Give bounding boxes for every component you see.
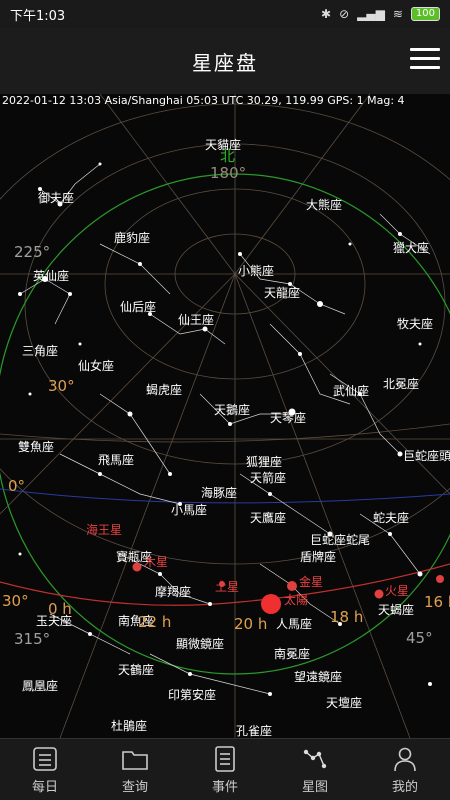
nav-label-daily: 每日 (31, 780, 58, 795)
label-ursa-major: 大熊座 (306, 197, 342, 212)
label-delphinus: 海豚座 (201, 485, 237, 500)
venus-marker (287, 581, 297, 591)
north-indicator: 北 (220, 147, 235, 165)
nav-label-mine: 我的 (391, 780, 418, 795)
label-tucana: 杜鵑座 (111, 718, 147, 733)
label-18h: 18 h (330, 608, 363, 626)
label-canes-venatici: 獵犬座 (393, 240, 429, 255)
label-lacerta: 蝎虎座 (146, 382, 182, 397)
battery-indicator: 100 (410, 7, 440, 21)
label-vulpecula: 狐狸座 (246, 454, 282, 469)
wifi-icon: ≋ (392, 7, 403, 21)
label-triangulum: 三角座 (22, 343, 58, 358)
label-camelopardalis: 鹿豹座 (114, 230, 150, 245)
stars (18, 162, 432, 696)
constellation-labels: 天貓座 大熊座 御夫座 鹿豹座 獵犬座 英仙座 小熊座 天龍座 仙后座 仙王座 … (18, 137, 450, 738)
app-header: 星座盘 (0, 28, 450, 94)
label-capricornus: 摩羯座 (155, 584, 191, 599)
nav-query[interactable]: 查询 (90, 739, 180, 800)
nav-label-starmap: 星图 (301, 780, 328, 795)
label-equuleus: 小馬座 (171, 502, 207, 517)
label-lyra: 天琴座 (270, 410, 306, 425)
label-16h: 16 h (424, 593, 450, 611)
user-icon (394, 747, 416, 772)
folder-icon (122, 751, 148, 770)
sun-marker (261, 594, 281, 614)
constellation-icon (303, 749, 327, 769)
observation-info: 2022-01-12 13:03 Asia/Shanghai 05:03 UTC… (2, 94, 405, 107)
star-map[interactable]: 2022-01-12 13:03 Asia/Shanghai 05:03 UTC… (0, 94, 450, 738)
label-jupiter: 木星 (144, 555, 168, 569)
label-cassiopeia: 仙后座 (120, 299, 156, 314)
label-hercules: 武仙座 (333, 383, 369, 398)
bluetooth-icon: ✱ (321, 7, 332, 21)
page-title: 星座盘 (192, 50, 258, 75)
label-315: 315° (14, 630, 50, 648)
label-sagittarius: 人馬座 (276, 616, 312, 631)
label-andromeda: 仙女座 (78, 358, 114, 373)
status-time: 下午1:03 (10, 8, 66, 24)
label-pisces: 雙魚座 (18, 439, 54, 454)
label-bootes: 牧夫座 (397, 316, 433, 331)
label-30-lower: 30° (2, 592, 29, 610)
bottom-nav: 每日 查询 事件 星图 我的 (0, 738, 450, 800)
nav-label-query: 查询 (121, 780, 148, 795)
menu-icon (410, 48, 440, 51)
label-serpens-cauda: 巨蛇座蛇尾 (310, 532, 370, 547)
nav-events[interactable]: 事件 (180, 739, 270, 800)
label-neptune: 海王星 (86, 522, 122, 537)
nav-daily[interactable]: 每日 (0, 739, 90, 800)
label-cepheus: 仙王座 (178, 312, 214, 327)
label-telescopium: 望遠鏡座 (294, 669, 342, 684)
document-icon (215, 746, 235, 772)
mars-marker (374, 589, 384, 599)
nav-starmap[interactable]: 星图 (270, 739, 360, 800)
label-22h: 22 h (138, 613, 171, 631)
label-pavo: 孔雀座 (236, 723, 272, 738)
label-180: 180° (210, 164, 246, 182)
label-0: 0° (8, 477, 25, 495)
label-corona-borealis: 北冕座 (383, 376, 419, 391)
label-225: 225° (14, 243, 50, 261)
label-20h: 20 h (234, 615, 267, 633)
mute-icon: ⊘ (339, 7, 350, 21)
label-scutum: 盾牌座 (300, 549, 336, 564)
label-ursa-minor: 小熊座 (238, 263, 274, 278)
constellation-lines (19, 163, 431, 695)
sky-chart[interactable]: 天貓座 大熊座 御夫座 鹿豹座 獵犬座 英仙座 小熊座 天龍座 仙后座 仙王座 … (0, 94, 450, 738)
label-indus: 印第安座 (168, 687, 216, 702)
label-phoenix: 鳳凰座 (22, 678, 58, 693)
label-ara: 天壇座 (326, 695, 362, 710)
label-serpens-caput: 巨蛇座頭 (403, 448, 450, 463)
label-venus: 金星 (299, 574, 323, 589)
status-bar: 下午1:03 ✱ ⊘ ▂▄▆ ≋ 100 (0, 0, 450, 28)
label-draco: 天龍座 (264, 285, 300, 300)
calendar-list-icon (33, 747, 57, 771)
label-45: 45° (406, 629, 433, 647)
label-pegasus: 飛馬座 (98, 452, 134, 467)
label-sagitta: 天箭座 (250, 470, 286, 485)
label-scorpius: 天蝎座 (378, 602, 414, 617)
label-auriga: 御夫座 (38, 190, 74, 205)
label-saturn: 土星 (215, 580, 239, 594)
nav-label-events: 事件 (211, 780, 238, 795)
label-0h: 0 h (48, 600, 72, 618)
signal-icon: ▂▄▆ (357, 7, 385, 21)
label-mars: 火星 (385, 584, 409, 598)
label-corona-australis: 南冕座 (274, 646, 310, 661)
moon-marker (436, 575, 444, 583)
label-grus: 天鶴座 (118, 662, 154, 677)
label-30-upper: 30° (48, 377, 75, 395)
label-microscopium: 顯微鏡座 (176, 636, 224, 651)
nav-mine[interactable]: 我的 (360, 739, 450, 800)
label-ophiuchus: 蛇夫座 (373, 510, 409, 525)
status-icons: ✱ ⊘ ▂▄▆ ≋ 100 (321, 7, 440, 21)
menu-button[interactable] (410, 48, 440, 72)
horizon-circle (0, 173, 450, 675)
label-perseus: 英仙座 (33, 268, 69, 283)
label-aquila: 天鷹座 (250, 510, 286, 525)
label-cygnus: 天鵝座 (214, 402, 250, 417)
label-sun: 太陽 (284, 592, 308, 607)
